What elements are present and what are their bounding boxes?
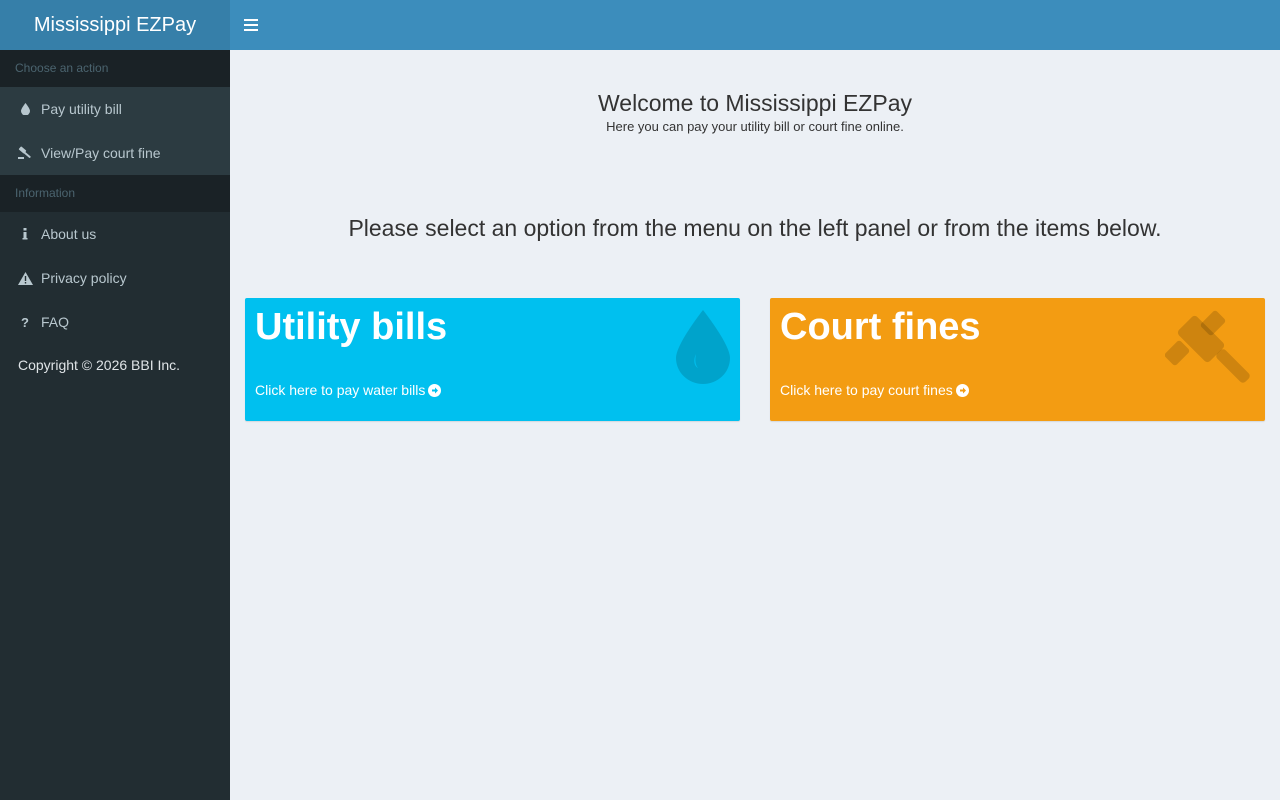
box-link-label: Click here to pay water bills (255, 382, 426, 398)
logo-text: Mississippi EZPay (33, 13, 197, 36)
sidebar-item-privacy-policy[interactable]: Privacy policy (0, 256, 230, 300)
utility-bills-box[interactable]: Utility bills Click here to pay water bi… (245, 298, 740, 421)
question-icon: ? (21, 314, 29, 330)
court-fines-box[interactable]: Court fines Click here to pay court fine… (770, 298, 1265, 421)
app-logo[interactable]: Mississippi EZPay (0, 0, 230, 50)
pay-court-fines-link[interactable]: Click here to pay court fines (780, 382, 969, 398)
gavel-icon (15, 146, 35, 160)
warning-icon (15, 271, 35, 285)
info-icon (15, 228, 35, 240)
sidebar: Choose an action Pay utility bill View/P… (0, 50, 230, 800)
sidebar-section-header-actions: Choose an action (0, 50, 230, 87)
arrow-circle-right-icon (955, 383, 969, 397)
sidebar-item-label: About us (41, 226, 97, 242)
sidebar-item-about-us[interactable]: About us (0, 212, 230, 256)
tint-icon (676, 310, 730, 389)
sidebar-item-faq[interactable]: ? FAQ (0, 300, 230, 344)
gavel-icon (1164, 308, 1255, 403)
welcome-title: Welcome to Mississippi EZPay (598, 90, 912, 116)
instructions-text: Please select an option from the menu on… (348, 215, 1162, 241)
sidebar-item-label: Pay utility bill (41, 101, 122, 117)
sidebar-toggle-icon[interactable] (244, 15, 258, 35)
box-title: Utility bills (255, 306, 448, 348)
top-navbar (230, 0, 1280, 50)
sidebar-item-pay-utility-bill[interactable]: Pay utility bill (0, 87, 230, 131)
sidebar-item-label: View/Pay court fine (41, 145, 161, 161)
pay-water-bills-link[interactable]: Click here to pay water bills (255, 382, 442, 398)
welcome-subtitle: Here you can pay your utility bill or co… (606, 119, 904, 134)
box-link-label: Click here to pay court fines (780, 382, 953, 398)
main-content: Welcome to Mississippi EZPay Here you ca… (230, 50, 1280, 800)
tint-icon (15, 103, 35, 115)
box-title: Court fines (780, 306, 981, 348)
arrow-circle-right-icon (428, 383, 442, 397)
sidebar-section-header-information: Information (0, 175, 230, 212)
copyright-text: Copyright © 2026 BBI Inc. (18, 357, 181, 373)
sidebar-item-view-pay-court-fine[interactable]: View/Pay court fine (0, 131, 230, 175)
sidebar-item-label: Privacy policy (41, 270, 127, 286)
sidebar-item-label: FAQ (41, 314, 70, 330)
